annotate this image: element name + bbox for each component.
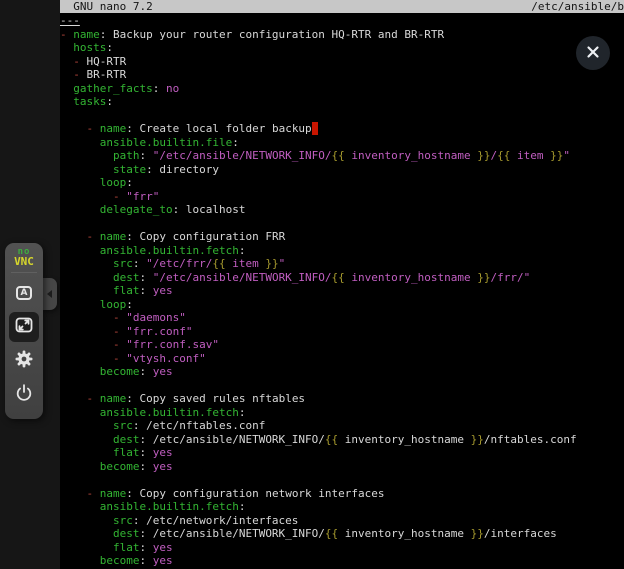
code-line: - "frr.conf.sav" (60, 338, 624, 352)
code-line: become: yes (60, 365, 624, 379)
code-line: ansible.builtin.file: (60, 136, 624, 150)
code-line: flat: yes (60, 541, 624, 555)
panel-divider (11, 272, 37, 273)
terminal-window: GNU nano 7.2 /etc/ansible/b ---- name: B… (60, 0, 624, 569)
novnc-logo: no VNC (14, 248, 34, 266)
code-line: - name: Copy saved rules nftables (60, 392, 624, 406)
code-line: hosts: (60, 41, 624, 55)
code-line: - name: Backup your router configuration… (60, 28, 624, 42)
gear-icon (14, 349, 34, 373)
code-line: loop: (60, 176, 624, 190)
code-line: flat: yes (60, 446, 624, 460)
extra-keys-icon: A (16, 286, 32, 300)
code-line: --- (60, 14, 624, 28)
novnc-button-fullscreen[interactable] (9, 312, 39, 342)
code-line: - name: Create local folder backup (60, 122, 624, 136)
nano-filepath: /etc/ansible/b (531, 0, 624, 13)
close-icon (586, 44, 600, 63)
code-line: dest: "/etc/ansible/NETWORK_INFO/{{ inve… (60, 271, 624, 285)
novnc-button-extra-keys[interactable]: A (9, 278, 39, 308)
code-line: ansible.builtin.fetch: (60, 500, 624, 514)
code-line: flat: yes (60, 284, 624, 298)
code-line: state: directory (60, 163, 624, 177)
vnc-viewport: GNU nano 7.2 /etc/ansible/b ---- name: B… (0, 0, 624, 569)
code-line: - "vtysh.conf" (60, 352, 624, 366)
code-line: src: /etc/network/interfaces (60, 514, 624, 528)
code-line: - name: Copy configuration FRR (60, 230, 624, 244)
editor-content[interactable]: ---- name: Backup your router configurat… (60, 13, 624, 568)
code-line: gather_facts: no (60, 82, 624, 96)
code-line (60, 217, 624, 231)
close-button[interactable] (576, 36, 610, 70)
nano-titlebar: GNU nano 7.2 /etc/ansible/b (60, 0, 624, 13)
code-line: become: yes (60, 460, 624, 474)
code-line: loop: (60, 298, 624, 312)
novnc-control-bar: no VNC A (5, 243, 43, 419)
code-line: - BR-RTR (60, 68, 624, 82)
code-line: become: yes (60, 554, 624, 568)
code-line: dest: /etc/ansible/NETWORK_INFO/{{ inven… (60, 433, 624, 447)
novnc-button-disconnect[interactable] (9, 380, 39, 410)
code-line: dest: /etc/ansible/NETWORK_INFO/{{ inven… (60, 527, 624, 541)
code-line: ansible.builtin.fetch: (60, 244, 624, 258)
control-bar-handle[interactable] (41, 278, 57, 310)
code-line: src: "/etc/frr/{{ item }}" (60, 257, 624, 271)
code-line: - "frr.conf" (60, 325, 624, 339)
nano-version: GNU nano 7.2 (60, 0, 153, 13)
code-line: - "frr" (60, 190, 624, 204)
novnc-button-settings[interactable] (9, 346, 39, 376)
code-line (60, 379, 624, 393)
code-line: ansible.builtin.fetch: (60, 406, 624, 420)
code-line: delegate_to: localhost (60, 203, 624, 217)
code-line: path: "/etc/ansible/NETWORK_INFO/{{ inve… (60, 149, 624, 163)
code-line: tasks: (60, 95, 624, 109)
novnc-logo-vnc: VNC (14, 257, 34, 266)
code-line: src: /etc/nftables.conf (60, 419, 624, 433)
power-icon (14, 383, 34, 407)
code-line: - name: Copy configuration network inter… (60, 487, 624, 501)
code-line (60, 473, 624, 487)
code-line (60, 109, 624, 123)
code-line: - "daemons" (60, 311, 624, 325)
collapse-arrow-icon (47, 290, 52, 298)
code-line: - HQ-RTR (60, 55, 624, 69)
fullscreen-icon (14, 315, 34, 339)
